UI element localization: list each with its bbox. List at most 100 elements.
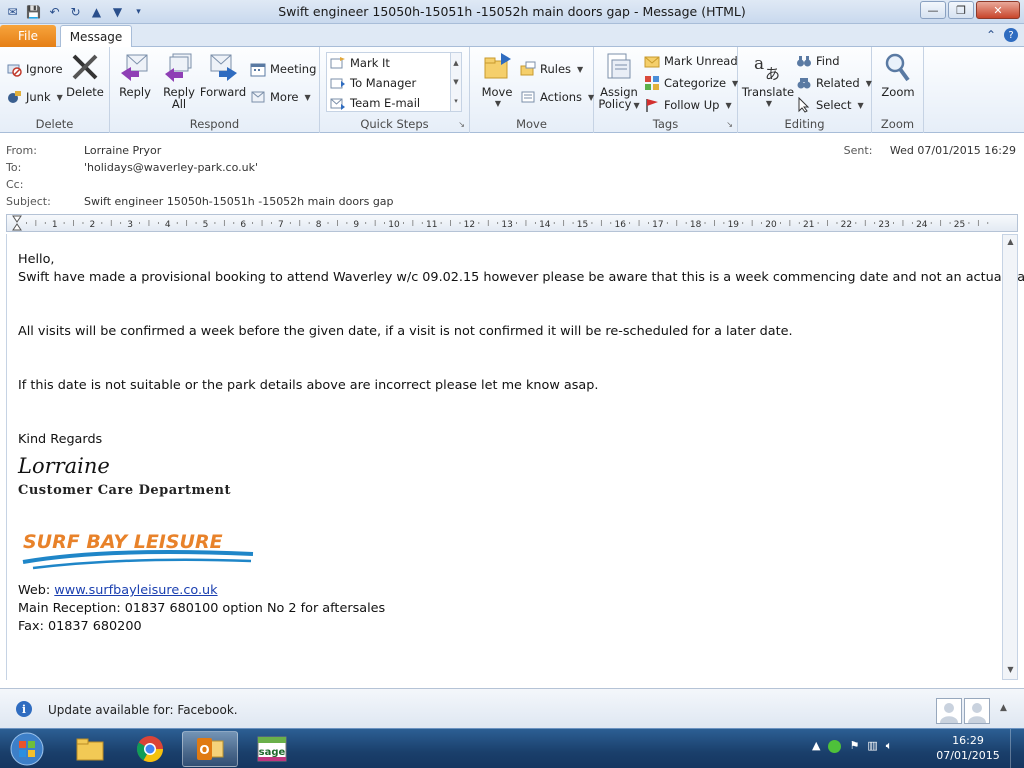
- more-respond-icon: [250, 89, 266, 105]
- team-email-icon: [330, 95, 346, 111]
- delete-button[interactable]: Delete: [62, 51, 108, 109]
- rules-icon: [520, 61, 536, 77]
- reply-all-button[interactable]: Reply All: [156, 51, 202, 110]
- follow-up-button[interactable]: Follow Up ▼: [644, 95, 732, 115]
- quick-step-to-manager[interactable]: To Manager: [330, 73, 416, 93]
- ruler[interactable]: 1 2 3 4 5 6 7 8 9 10 11 12 13 14 15 16 17 18 19 20 21 22 23 24 2…: [6, 214, 1018, 232]
- assign-policy-button[interactable]: Assign Policy ▼: [596, 51, 642, 110]
- avatar-recipient[interactable]: [964, 698, 990, 724]
- quick-step-mark-it[interactable]: Mark It: [330, 53, 390, 73]
- translate-button[interactable]: aあ Translate ▼: [742, 51, 794, 109]
- magnifier-icon: [882, 51, 914, 83]
- related-button[interactable]: Related ▼: [796, 73, 872, 93]
- minimize-ribbon-icon[interactable]: ⌃: [986, 28, 996, 42]
- ruler-number: 5: [203, 220, 209, 230]
- quick-steps-dialog-launcher-icon[interactable]: ↘: [458, 120, 465, 129]
- help-icon[interactable]: ?: [1004, 28, 1018, 42]
- ruler-number: 11: [426, 220, 437, 230]
- find-button[interactable]: Find: [796, 51, 840, 71]
- avatar-sender[interactable]: [936, 698, 962, 724]
- hanging-indent-marker[interactable]: [12, 223, 22, 231]
- categorize-icon: [644, 75, 660, 91]
- first-line-indent-marker[interactable]: [12, 215, 22, 223]
- rules-button[interactable]: Rules ▼: [520, 59, 583, 79]
- ruler-number: 19: [728, 220, 740, 230]
- ruler-number: 18: [690, 220, 702, 230]
- actions-button[interactable]: Actions ▼: [520, 87, 594, 107]
- tab-file[interactable]: File: [0, 25, 56, 47]
- forward-button[interactable]: Forward: [200, 51, 246, 109]
- reply-button[interactable]: Reply: [112, 51, 158, 109]
- maximize-button[interactable]: ❐: [948, 1, 974, 19]
- ruler-number: 24: [916, 220, 928, 230]
- chrome-icon: [136, 736, 164, 763]
- actions-icon: [520, 89, 536, 105]
- move-group: Move ▼ Rules ▼ Actions ▼ Move: [470, 47, 594, 133]
- sent-value: Wed 07/01/2015 16:29: [889, 144, 1016, 157]
- scroll-up-icon[interactable]: ▲: [453, 59, 458, 67]
- cc-label: Cc:: [6, 178, 24, 191]
- ruler-number: 8: [316, 220, 322, 230]
- select-button[interactable]: Select ▼: [796, 95, 864, 115]
- to-value[interactable]: 'holidays@waverley-park.co.uk': [84, 161, 258, 177]
- body-paragraph-2: All visits will be confirmed a week befo…: [18, 324, 793, 339]
- close-button[interactable]: ✕: [976, 1, 1020, 19]
- editing-group: aあ Translate ▼ Find Related ▼ Select ▼ Edi…: [738, 47, 872, 133]
- sent-label: Sent:: [843, 144, 873, 157]
- scroll-up-arrow-icon[interactable]: ▲: [1005, 237, 1016, 249]
- scroll-down-arrow-icon[interactable]: ▼: [1005, 665, 1016, 677]
- show-desktop-button[interactable]: [1010, 729, 1024, 768]
- expand-gallery-icon[interactable]: ▾: [454, 97, 458, 105]
- taskbar-sage[interactable]: sage: [244, 731, 300, 767]
- ruler-number: 23: [878, 220, 889, 230]
- quick-step-team-email[interactable]: Team E-mail: [330, 93, 420, 113]
- forward-icon: [207, 51, 239, 83]
- scroll-down-icon[interactable]: ▼: [453, 78, 458, 86]
- system-tray: ▲ ⚑ ▥ 🔈︎: [812, 739, 892, 753]
- categorize-button[interactable]: Categorize ▼: [644, 73, 738, 93]
- volume-icon[interactable]: 🔈︎: [886, 739, 893, 753]
- start-button[interactable]: [4, 731, 50, 767]
- flag-icon: [644, 97, 660, 113]
- ruler-number: 25: [954, 220, 965, 230]
- ruler-number: 3: [127, 220, 133, 230]
- ignore-button[interactable]: Ignore: [6, 59, 63, 79]
- vertical-scrollbar[interactable]: ▲ ▼: [1002, 234, 1018, 680]
- to-row: To: 'holidays@waverley-park.co.uk': [6, 161, 258, 177]
- zoom-group-label: Zoom: [880, 117, 915, 131]
- delete-group-label: Delete: [35, 117, 74, 131]
- web-row: Web: www.surfbayleisure.co.uk: [18, 583, 218, 598]
- junk-button[interactable]: Junk ▼: [6, 87, 63, 107]
- website-link[interactable]: www.surfbayleisure.co.uk: [54, 583, 217, 598]
- reply-icon: [119, 51, 151, 83]
- taskbar-google-chrome[interactable]: [122, 731, 178, 767]
- taskbar-windows-explorer[interactable]: [62, 731, 118, 767]
- tab-message[interactable]: Message: [60, 25, 132, 48]
- forward-envelope-icon: [330, 75, 346, 91]
- clock-date: 07/01/2015: [936, 749, 1000, 762]
- tags-dialog-launcher-icon[interactable]: ↘: [726, 120, 733, 129]
- minimize-button[interactable]: —: [920, 1, 946, 19]
- status-green-icon[interactable]: [828, 740, 842, 753]
- taskbar-microsoft-outlook[interactable]: O: [182, 731, 238, 767]
- ruler-number: 12: [464, 220, 475, 230]
- action-center-flag-icon[interactable]: ⚑: [849, 739, 859, 753]
- from-label: From:: [6, 144, 37, 157]
- update-notice[interactable]: Update available for: Facebook.: [48, 703, 238, 717]
- surf-bay-leisure-logo: SURF BAY LEISURE: [22, 531, 254, 570]
- meeting-button[interactable]: Meeting: [250, 59, 316, 79]
- from-value[interactable]: Lorraine Pryor: [84, 144, 161, 160]
- network-icon[interactable]: ▥: [867, 739, 877, 753]
- reply-all-icon: [163, 51, 195, 83]
- show-hidden-icons-icon[interactable]: ▲: [812, 739, 820, 753]
- zoom-button[interactable]: Zoom: [875, 51, 921, 109]
- mark-unread-button[interactable]: Mark Unread: [644, 51, 738, 71]
- ruler-number: 22: [841, 220, 852, 230]
- move-button[interactable]: Move ▼: [474, 51, 520, 109]
- taskbar-clock[interactable]: 16:29 07/01/2015: [932, 733, 1004, 763]
- message-body: Hello, Swift have made a provisional boo…: [6, 234, 1024, 680]
- from-row: From: Lorraine Pryor: [6, 144, 161, 160]
- expand-people-pane-icon[interactable]: ▲: [1000, 703, 1007, 713]
- quick-steps-scroll[interactable]: ▲ ▼ ▾: [450, 53, 461, 111]
- more-respond-button[interactable]: More ▼: [250, 87, 311, 107]
